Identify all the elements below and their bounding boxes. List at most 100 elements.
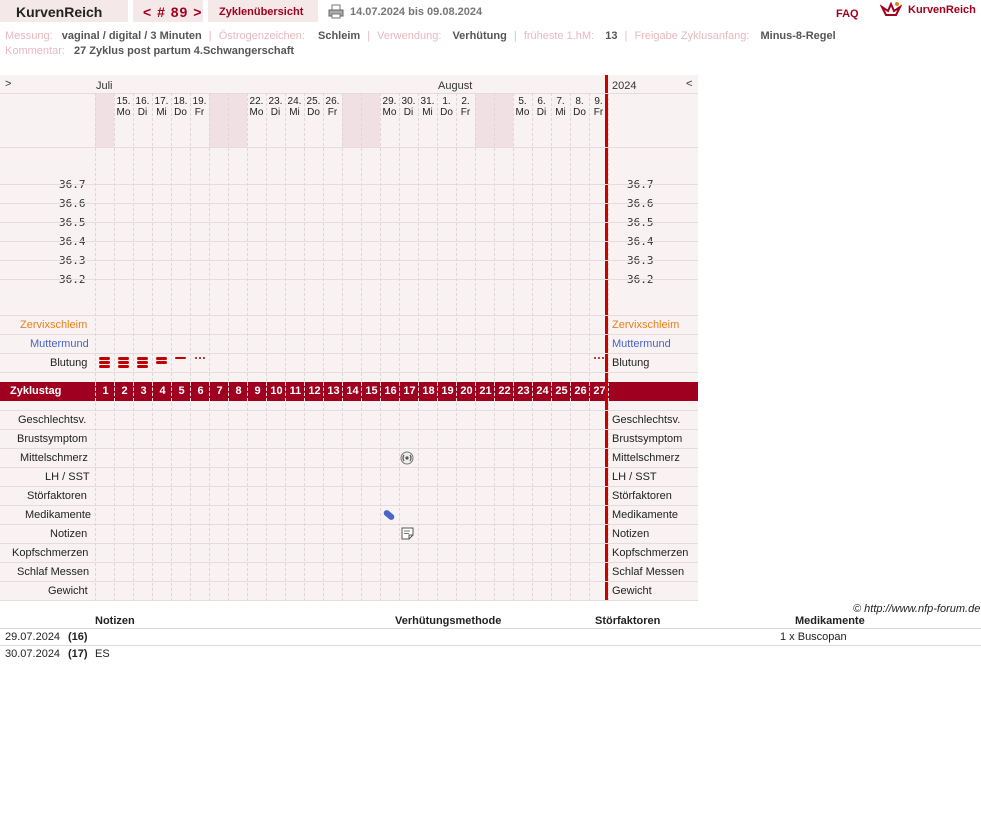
day-weekday: Do xyxy=(307,107,320,118)
day-date: 25. xyxy=(306,96,321,107)
day-header-cell: 19. Fr xyxy=(190,96,209,118)
day-divider xyxy=(361,93,362,601)
oestrogen-label: Östrogenzeichen: xyxy=(218,30,305,42)
day-weekday: Mo xyxy=(515,107,530,118)
cycle-day-number: 21 xyxy=(475,382,495,401)
day-date: 23. xyxy=(268,96,283,107)
day-divider xyxy=(209,93,210,601)
pain-icon[interactable] xyxy=(400,451,414,465)
pill-icon[interactable] xyxy=(382,508,396,522)
col-verhuetung: Verhütungsmethode xyxy=(395,615,502,627)
bleeding-heavy-mark xyxy=(136,365,148,368)
freigabe-value: Minus-8-Regel xyxy=(760,30,836,42)
cycle-day-number: 15 xyxy=(361,382,381,401)
day-divider xyxy=(266,93,267,601)
day-date: 22. xyxy=(249,96,264,107)
bleeding-heavy-mark xyxy=(98,357,110,360)
day-header-cell: 29. Mo xyxy=(380,96,399,118)
brand-name[interactable]: KurvenReich xyxy=(908,4,976,16)
cycle-overview-link[interactable]: Zyklenübersicht xyxy=(219,0,303,24)
cycle-day-number: 12 xyxy=(304,382,324,401)
day-header-cell: 31. Mi xyxy=(418,96,437,118)
col-notizen: Notizen xyxy=(95,615,135,627)
notizen-label-right: Notizen xyxy=(612,528,650,540)
grid-line xyxy=(0,448,698,449)
cycle-day-number: 26 xyxy=(570,382,590,401)
day-date: 29. xyxy=(382,96,397,107)
day-header-cell: 8. Do xyxy=(570,96,589,118)
col-medi: Medikamente xyxy=(795,615,865,627)
day-divider xyxy=(437,93,438,601)
faq-link[interactable]: FAQ xyxy=(836,8,859,20)
bleeding-heavy-mark xyxy=(136,361,148,364)
day-date: 1. xyxy=(442,96,451,107)
day-divider xyxy=(95,93,96,601)
day-date: 15. xyxy=(116,96,131,107)
day-divider xyxy=(418,93,419,601)
grid-line xyxy=(0,334,698,335)
cycle-day-number: 23 xyxy=(513,382,533,401)
day-header-cell: 15. Mo xyxy=(114,96,133,118)
grid-line xyxy=(0,543,698,544)
grid-line xyxy=(0,372,698,373)
day-divider xyxy=(513,93,514,601)
grid-line xyxy=(0,353,698,354)
day-date: 17. xyxy=(154,96,169,107)
day-header-cell: 5. Mo xyxy=(513,96,532,118)
bleeding-medium-mark xyxy=(155,357,167,360)
gewicht-label-left: Gewicht xyxy=(48,585,88,597)
row-cycle-day: (17) xyxy=(68,648,88,660)
bleeding-heavy-mark xyxy=(136,357,148,360)
cycle-day-number: 11 xyxy=(285,382,305,401)
note-icon[interactable] xyxy=(401,527,414,540)
day-divider xyxy=(190,93,191,601)
day-divider xyxy=(304,93,305,601)
printer-icon[interactable] xyxy=(328,4,344,19)
bleeding-spotting-mark xyxy=(597,357,600,359)
brust-label-left: Brustsymptom xyxy=(17,433,88,445)
day-weekday: Mi xyxy=(555,107,566,118)
nav-right-arrow[interactable]: < xyxy=(686,78,692,90)
cycle-day-number: 9 xyxy=(247,382,267,401)
grid-line xyxy=(0,147,698,148)
nav-left-arrow[interactable]: > xyxy=(5,78,11,90)
cycle-day-number: 4 xyxy=(152,382,172,401)
weekend-shade xyxy=(361,94,380,147)
lh-label-left: LH / SST xyxy=(45,471,90,483)
app-logo[interactable]: KurvenReich xyxy=(16,0,102,24)
grid-line xyxy=(0,505,698,506)
stoer-label-right: Störfaktoren xyxy=(612,490,672,502)
day-header-cell: 17. Mi xyxy=(152,96,171,118)
day-header-cell: 26. Fr xyxy=(323,96,342,118)
grid-line xyxy=(0,241,698,242)
row-date: 30.07.2024 xyxy=(5,648,61,660)
day-date: 16. xyxy=(135,96,150,107)
grid-line xyxy=(0,410,698,411)
blutung-label-left: Blutung xyxy=(50,357,88,369)
day-weekday: Fr xyxy=(327,107,338,118)
day-date: 5. xyxy=(518,96,527,107)
cycle-day-number: 16 xyxy=(380,382,400,401)
cycle-navigation[interactable]: < # 89 > xyxy=(143,0,202,24)
grid-line xyxy=(0,203,698,204)
muttermund-label-right: Muttermund xyxy=(612,338,671,350)
cycle-day-number: 24 xyxy=(532,382,552,401)
notes-table-header: Notizen Verhütungsmethode Störfaktoren M… xyxy=(0,614,981,628)
day-divider xyxy=(323,93,324,601)
mittel-label-right: Mittelschmerz xyxy=(612,452,680,464)
oestrogen-value: Schleim xyxy=(318,30,361,42)
day-divider xyxy=(342,93,343,601)
cycle-day-number: 22 xyxy=(494,382,514,401)
weekend-shade xyxy=(95,94,114,147)
day-weekday: Di xyxy=(270,107,281,118)
day-weekday: Mi xyxy=(289,107,300,118)
grid-line xyxy=(0,184,698,185)
year-label: 2024 xyxy=(612,80,637,92)
day-divider xyxy=(551,93,552,601)
zyklustag-label: Zyklustag xyxy=(10,385,62,397)
day-divider xyxy=(228,93,229,601)
day-date: 2. xyxy=(461,96,470,107)
day-weekday: Mi xyxy=(156,107,167,118)
day-header-cell: 23. Di xyxy=(266,96,285,118)
messung-value: vaginal / digital / 3 Minuten xyxy=(61,30,202,42)
